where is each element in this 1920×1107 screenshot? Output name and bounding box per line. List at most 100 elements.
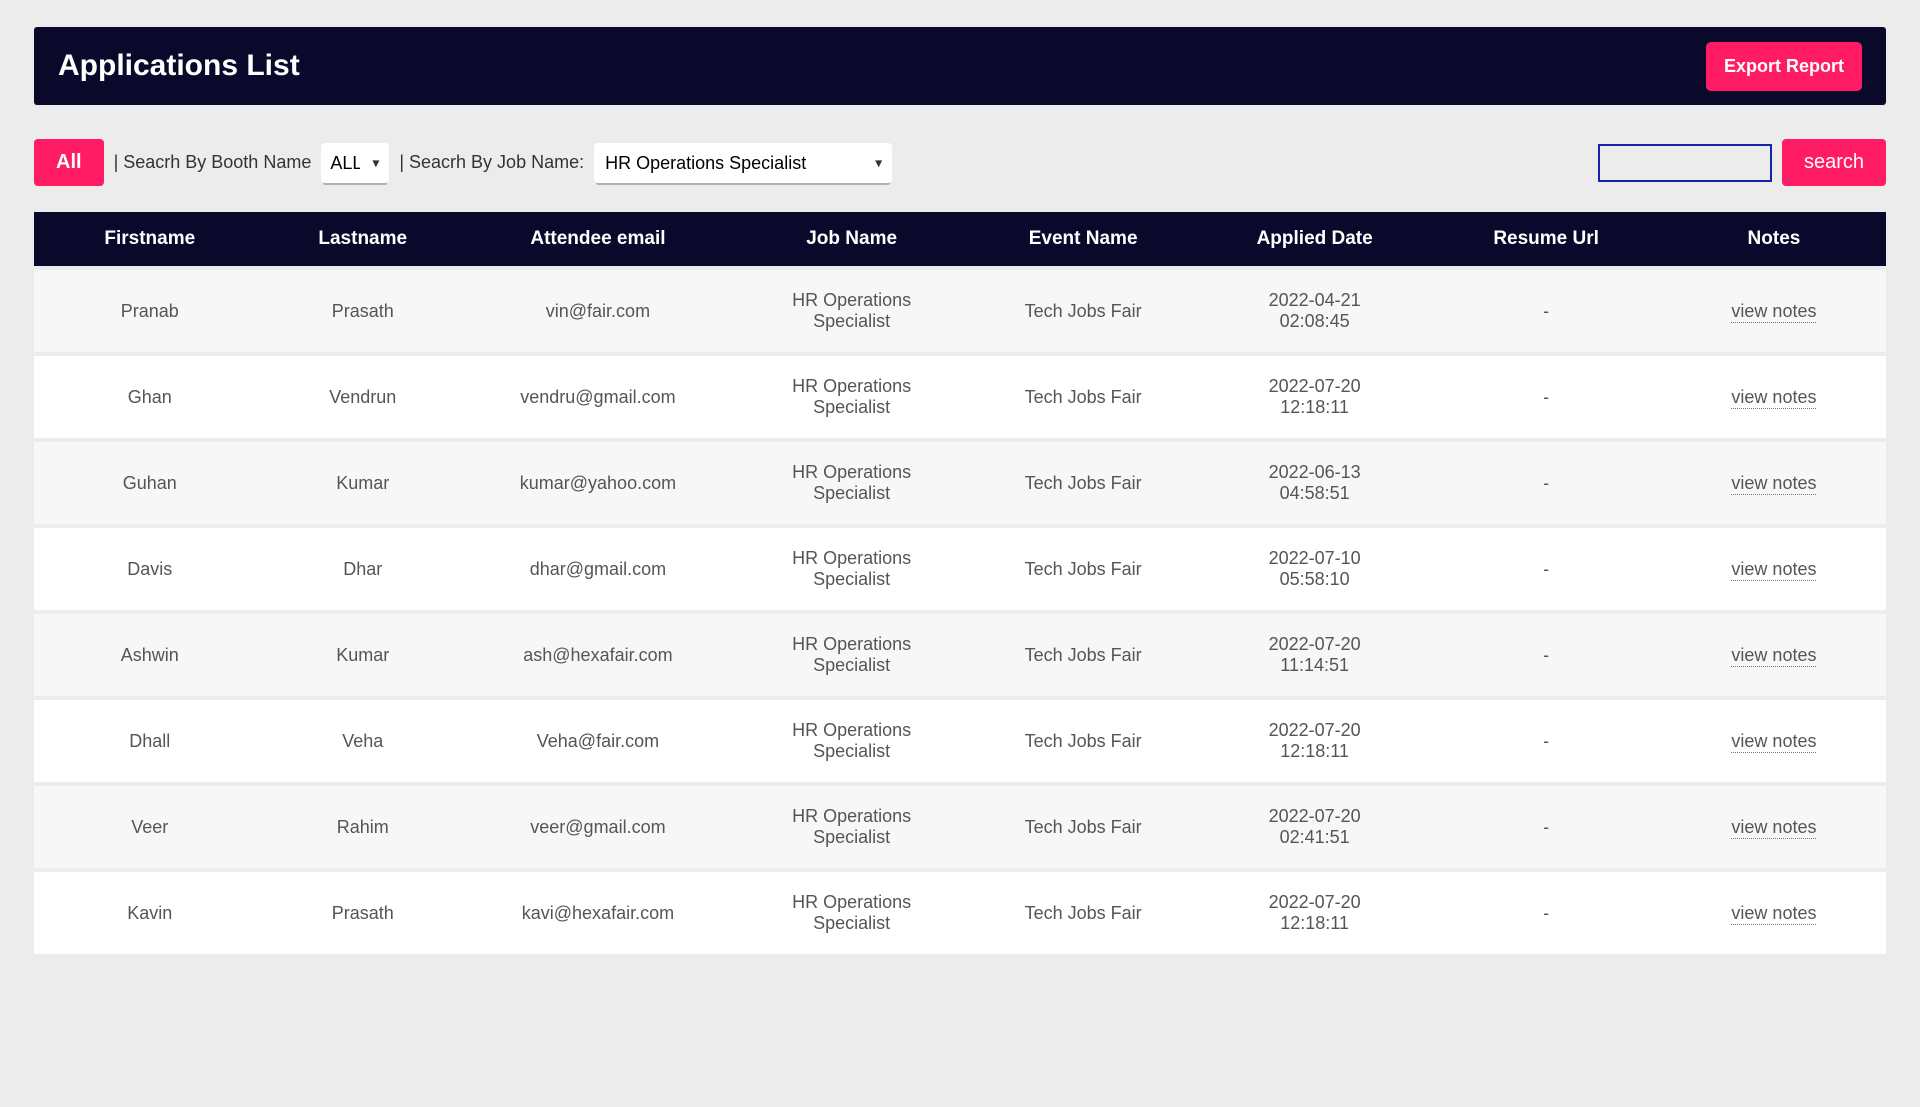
cell-applied-date: 2022-07-2011:14:51	[1199, 614, 1431, 696]
cell-applied-date: 2022-07-2002:41:51	[1199, 786, 1431, 868]
cell-lastname: Prasath	[266, 872, 460, 954]
applications-table-wrap: Firstname Lastname Attendee email Job Na…	[34, 208, 1886, 958]
filter-bar: All | Seacrh By Booth Name ALL ▾ | Seacr…	[34, 139, 1886, 186]
cell-job-name: HR OperationsSpecialist	[736, 356, 968, 438]
export-report-button[interactable]: Export Report	[1706, 42, 1862, 91]
col-firstname: Firstname	[34, 212, 266, 266]
col-lastname: Lastname	[266, 212, 460, 266]
col-applied-date: Applied Date	[1199, 212, 1431, 266]
cell-firstname: Kavin	[34, 872, 266, 954]
cell-job-name: HR OperationsSpecialist	[736, 786, 968, 868]
cell-applied-date: 2022-07-1005:58:10	[1199, 528, 1431, 610]
cell-lastname: Kumar	[266, 614, 460, 696]
cell-resume-url: -	[1430, 614, 1662, 696]
cell-applied-date: 2022-06-1304:58:51	[1199, 442, 1431, 524]
filter-all-button[interactable]: All	[34, 139, 104, 186]
cell-email: kavi@hexafair.com	[460, 872, 736, 954]
table-row: KavinPrasathkavi@hexafair.comHR Operatio…	[34, 872, 1886, 954]
view-notes-link[interactable]: view notes	[1731, 817, 1816, 839]
applications-table: Firstname Lastname Attendee email Job Na…	[34, 208, 1886, 958]
page-header: Applications List Export Report	[34, 27, 1886, 105]
cell-lastname: Prasath	[266, 270, 460, 352]
col-job-name: Job Name	[736, 212, 968, 266]
cell-resume-url: -	[1430, 356, 1662, 438]
cell-notes: view notes	[1662, 356, 1886, 438]
cell-event-name: Tech Jobs Fair	[967, 356, 1199, 438]
cell-resume-url: -	[1430, 270, 1662, 352]
cell-email: veer@gmail.com	[460, 786, 736, 868]
cell-firstname: Pranab	[34, 270, 266, 352]
cell-lastname: Rahim	[266, 786, 460, 868]
view-notes-link[interactable]: view notes	[1731, 731, 1816, 753]
cell-resume-url: -	[1430, 528, 1662, 610]
cell-firstname: Davis	[34, 528, 266, 610]
cell-firstname: Dhall	[34, 700, 266, 782]
table-row: DhallVehaVeha@fair.comHR OperationsSpeci…	[34, 700, 1886, 782]
cell-firstname: Ghan	[34, 356, 266, 438]
table-row: AshwinKumarash@hexafair.comHR Operations…	[34, 614, 1886, 696]
cell-notes: view notes	[1662, 786, 1886, 868]
search-input[interactable]	[1598, 144, 1772, 182]
cell-resume-url: -	[1430, 442, 1662, 524]
cell-notes: view notes	[1662, 528, 1886, 610]
cell-firstname: Veer	[34, 786, 266, 868]
cell-job-name: HR OperationsSpecialist	[736, 528, 968, 610]
view-notes-link[interactable]: view notes	[1731, 645, 1816, 667]
cell-event-name: Tech Jobs Fair	[967, 270, 1199, 352]
view-notes-link[interactable]: view notes	[1731, 301, 1816, 323]
view-notes-link[interactable]: view notes	[1731, 903, 1816, 925]
table-row: VeerRahimveer@gmail.comHR OperationsSpec…	[34, 786, 1886, 868]
cell-job-name: HR OperationsSpecialist	[736, 872, 968, 954]
view-notes-link[interactable]: view notes	[1731, 473, 1816, 495]
col-event-name: Event Name	[967, 212, 1199, 266]
cell-lastname: Vendrun	[266, 356, 460, 438]
cell-event-name: Tech Jobs Fair	[967, 786, 1199, 868]
cell-notes: view notes	[1662, 614, 1886, 696]
job-filter-label: | Seacrh By Job Name:	[399, 152, 584, 173]
cell-event-name: Tech Jobs Fair	[967, 614, 1199, 696]
cell-resume-url: -	[1430, 700, 1662, 782]
cell-event-name: Tech Jobs Fair	[967, 700, 1199, 782]
cell-email: vendru@gmail.com	[460, 356, 736, 438]
table-row: DavisDhardhar@gmail.comHR OperationsSpec…	[34, 528, 1886, 610]
cell-notes: view notes	[1662, 442, 1886, 524]
booth-select-wrap: ALL ▾	[321, 143, 389, 183]
cell-firstname: Guhan	[34, 442, 266, 524]
col-attendee-email: Attendee email	[460, 212, 736, 266]
table-header-row: Firstname Lastname Attendee email Job Na…	[34, 212, 1886, 266]
cell-email: kumar@yahoo.com	[460, 442, 736, 524]
cell-applied-date: 2022-07-2012:18:11	[1199, 700, 1431, 782]
job-select-wrap: HR Operations Specialist ▾	[594, 143, 892, 183]
cell-notes: view notes	[1662, 700, 1886, 782]
cell-email: Veha@fair.com	[460, 700, 736, 782]
cell-lastname: Dhar	[266, 528, 460, 610]
cell-applied-date: 2022-07-2012:18:11	[1199, 356, 1431, 438]
cell-event-name: Tech Jobs Fair	[967, 442, 1199, 524]
cell-email: ash@hexafair.com	[460, 614, 736, 696]
booth-select[interactable]: ALL	[321, 143, 389, 183]
view-notes-link[interactable]: view notes	[1731, 387, 1816, 409]
col-notes: Notes	[1662, 212, 1886, 266]
search-button[interactable]: search	[1782, 139, 1886, 186]
cell-email: vin@fair.com	[460, 270, 736, 352]
cell-applied-date: 2022-07-2012:18:11	[1199, 872, 1431, 954]
job-select[interactable]: HR Operations Specialist	[594, 143, 892, 183]
cell-job-name: HR OperationsSpecialist	[736, 442, 968, 524]
cell-event-name: Tech Jobs Fair	[967, 528, 1199, 610]
col-resume-url: Resume Url	[1430, 212, 1662, 266]
view-notes-link[interactable]: view notes	[1731, 559, 1816, 581]
table-row: PranabPrasathvin@fair.comHR OperationsSp…	[34, 270, 1886, 352]
page-title: Applications List	[58, 49, 300, 83]
cell-applied-date: 2022-04-2102:08:45	[1199, 270, 1431, 352]
cell-resume-url: -	[1430, 786, 1662, 868]
booth-filter-label: | Seacrh By Booth Name	[114, 152, 312, 173]
cell-event-name: Tech Jobs Fair	[967, 872, 1199, 954]
cell-firstname: Ashwin	[34, 614, 266, 696]
cell-job-name: HR OperationsSpecialist	[736, 700, 968, 782]
cell-job-name: HR OperationsSpecialist	[736, 614, 968, 696]
cell-notes: view notes	[1662, 872, 1886, 954]
cell-notes: view notes	[1662, 270, 1886, 352]
cell-resume-url: -	[1430, 872, 1662, 954]
table-row: GhanVendrunvendru@gmail.comHR Operations…	[34, 356, 1886, 438]
cell-email: dhar@gmail.com	[460, 528, 736, 610]
